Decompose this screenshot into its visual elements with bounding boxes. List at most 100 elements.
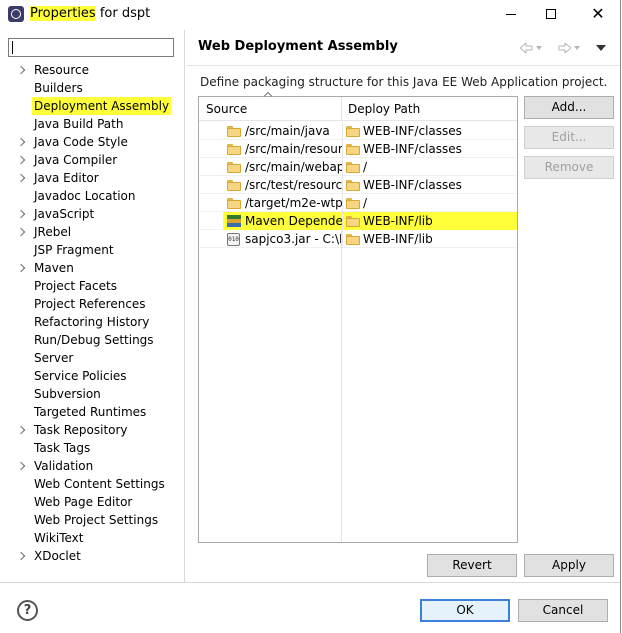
chevron-right-icon[interactable] (17, 61, 27, 79)
nav-item-label: Validation (34, 459, 94, 473)
table-row[interactable]: /src/main/java WEB-INF/classes (199, 122, 517, 140)
column-header-source[interactable]: Source (199, 91, 342, 121)
properties-dialog: Properties for dspt ✕ Resource Builders De… (0, 0, 621, 633)
nav-item-jsp-fragment[interactable]: JSP Fragment (0, 241, 184, 259)
page-description: Define packaging structure for this Java… (200, 75, 608, 89)
jar-icon: 010 (227, 233, 240, 246)
edit-button[interactable]: Edit... (524, 126, 614, 149)
nav-item-label: Project References (34, 297, 146, 311)
nav-item-deployment-assembly[interactable]: Deployment Assembly (0, 97, 184, 115)
nav-item-label: Service Policies (34, 369, 127, 383)
nav-item-java-code-style[interactable]: Java Code Style (0, 133, 184, 151)
nav-item-label: Web Project Settings (34, 513, 159, 527)
column-divider (341, 230, 342, 542)
chevron-right-icon[interactable] (17, 133, 27, 151)
chevron-right-icon[interactable] (17, 547, 27, 565)
nav-item-java-editor[interactable]: Java Editor (0, 169, 184, 187)
chevron-right-icon[interactable] (17, 259, 27, 277)
assembly-table: Source Deploy Path /src/main/java WEB-INF… (198, 91, 518, 543)
nav-item-refactoring-history[interactable]: Refactoring History (0, 313, 184, 331)
forward-dropdown-icon (574, 46, 580, 50)
nav-item-label: Resource (34, 63, 90, 77)
source-cell: /target/m2e-wtp/ (223, 194, 342, 212)
nav-item-web-page-editor[interactable]: Web Page Editor (0, 493, 184, 511)
nav-item-java-compiler[interactable]: Java Compiler (0, 151, 184, 169)
nav-item-label: Builders (34, 81, 83, 95)
view-menu-icon[interactable] (596, 45, 606, 51)
folder-icon (346, 216, 360, 227)
revert-button[interactable]: Revert (427, 554, 517, 577)
table-header: Source Deploy Path (199, 91, 517, 121)
nav-item-web-project-settings[interactable]: Web Project Settings (0, 511, 184, 529)
minimize-button[interactable] (496, 2, 526, 26)
nav-item-javascript[interactable]: JavaScript (0, 205, 184, 223)
nav-item-label: Javadoc Location (34, 189, 136, 203)
deploy-path-text: WEB-INF/lib (363, 232, 433, 246)
maximize-button[interactable] (536, 2, 566, 26)
nav-item-targeted-runtimes[interactable]: Targeted Runtimes (0, 403, 184, 421)
nav-item-web-content-settings[interactable]: Web Content Settings (0, 475, 184, 493)
nav-item-xdoclet[interactable]: XDoclet (0, 547, 184, 565)
back-button[interactable] (520, 41, 542, 55)
chevron-right-icon[interactable] (17, 151, 27, 169)
nav-item-jrebel[interactable]: JRebel (0, 223, 184, 241)
nav-item-service-policies[interactable]: Service Policies (0, 367, 184, 385)
nav-item-label: Java Build Path (34, 117, 124, 131)
table-row[interactable]: /target/m2e-wtp/ / (199, 194, 517, 212)
nav-item-label: Deployment Assembly (32, 97, 172, 115)
table-row[interactable]: /src/main/resources WEB-INF/classes (199, 140, 517, 158)
chevron-right-icon[interactable] (17, 457, 27, 475)
nav-item-label: Targeted Runtimes (34, 405, 147, 419)
chevron-right-icon[interactable] (17, 205, 27, 223)
deploy-path-cell: WEB-INF/classes (342, 122, 517, 140)
nav-item-label: Server (34, 351, 74, 365)
nav-item-project-references[interactable]: Project References (0, 295, 184, 313)
ok-button[interactable]: OK (420, 599, 510, 622)
deploy-path-cell: / (342, 194, 517, 212)
remove-button[interactable]: Remove (524, 156, 614, 179)
nav-item-maven[interactable]: Maven (0, 259, 184, 277)
chevron-right-icon[interactable] (17, 421, 27, 439)
column-header-deploy-path-label: Deploy Path (348, 102, 421, 116)
cancel-button[interactable]: Cancel (518, 599, 608, 622)
deploy-path-cell: WEB-INF/classes (342, 176, 517, 194)
deploy-path-cell: WEB-INF/lib (342, 230, 517, 248)
source-cell: /src/main/webapp (223, 158, 342, 176)
text-caret (12, 41, 13, 54)
nav-item-label: Web Page Editor (34, 495, 133, 509)
nav-item-builders[interactable]: Builders (0, 79, 184, 97)
table-body: /src/main/java WEB-INF/classes/src/main/r… (199, 122, 517, 248)
chevron-right-icon[interactable] (17, 223, 27, 241)
apply-button[interactable]: Apply (524, 554, 614, 577)
source-text: /target/m2e-wtp/ (245, 196, 342, 210)
add-button[interactable]: Add... (524, 96, 614, 119)
source-text: /src/test/resources (245, 178, 342, 192)
deploy-path-cell: WEB-INF/classes (342, 140, 517, 158)
close-button[interactable]: ✕ (583, 2, 613, 26)
table-row[interactable]: /src/main/webapp / (199, 158, 517, 176)
nav-item-javadoc-location[interactable]: Javadoc Location (0, 187, 184, 205)
filter-input[interactable] (8, 38, 174, 57)
table-row[interactable]: 010 sapjco3.jar - C:\Program WEB-INF/lib (199, 230, 517, 248)
chevron-right-icon[interactable] (17, 169, 27, 187)
nav-item-task-repository[interactable]: Task Repository (0, 421, 184, 439)
nav-item-task-tags[interactable]: Task Tags (0, 439, 184, 457)
nav-item-label: Java Editor (34, 171, 99, 185)
nav-item-wikitext[interactable]: WikiText (0, 529, 184, 547)
title-bar: Properties for dspt ✕ (0, 0, 620, 30)
table-row[interactable]: /src/test/resources WEB-INF/classes (199, 176, 517, 194)
column-header-deploy-path[interactable]: Deploy Path (342, 97, 517, 121)
nav-item-validation[interactable]: Validation (0, 457, 184, 475)
nav-item-server[interactable]: Server (0, 349, 184, 367)
nav-item-run-debug-settings[interactable]: Run/Debug Settings (0, 331, 184, 349)
nav-item-subversion[interactable]: Subversion (0, 385, 184, 403)
help-icon[interactable]: ? (17, 600, 38, 621)
table-row[interactable]: Maven Dependencies WEB-INF/lib (199, 212, 517, 230)
folder-icon (227, 144, 241, 155)
nav-item-java-build-path[interactable]: Java Build Path (0, 115, 184, 133)
forward-button[interactable] (558, 41, 580, 55)
nav-item-resource[interactable]: Resource (0, 61, 184, 79)
deploy-path-text: WEB-INF/classes (363, 142, 462, 156)
deploy-path-cell: / (342, 158, 517, 176)
nav-item-project-facets[interactable]: Project Facets (0, 277, 184, 295)
